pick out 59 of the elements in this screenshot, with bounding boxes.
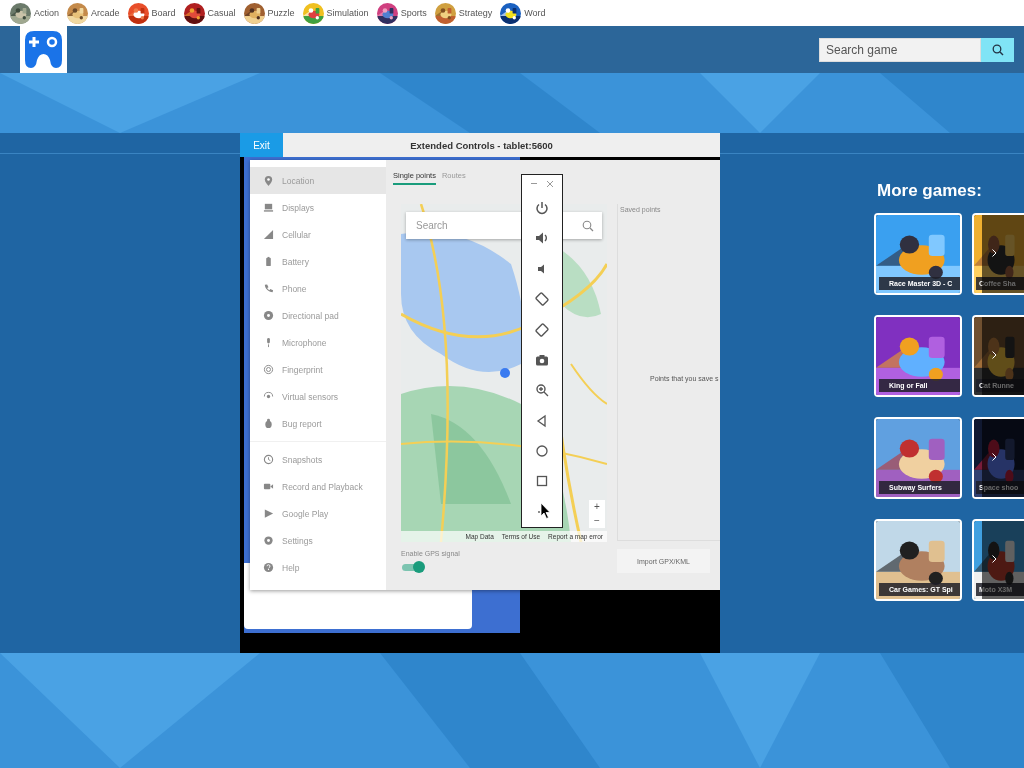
category-link[interactable]: Strategy [434,2,497,24]
video-camera-icon [263,481,274,492]
sidebar-item[interactable]: Google Play [250,500,386,527]
sidebar-item[interactable]: Virtual sensors [250,383,386,410]
monitor-icon [263,202,274,213]
category-link[interactable]: Board [127,2,180,24]
sidebar-item[interactable]: Phone [250,275,386,302]
search-icon [991,43,1004,56]
cursor-icon [541,503,551,519]
category-link[interactable]: Sports [376,2,431,24]
sidebar-item[interactable]: Microphone [250,329,386,356]
rotate-left-icon [534,291,550,308]
rotate-right-icon [534,321,550,338]
dpad-icon [263,310,274,321]
window-title: Extended Controls - tablet:5600 [283,133,720,157]
chevron-icon [992,351,997,359]
chevron-icon [992,249,997,257]
zoom-icon [534,382,550,399]
history-icon [263,454,274,465]
bug-icon [263,418,274,429]
play-icon [263,508,274,519]
category-link[interactable]: Arcade [67,2,124,24]
phone-icon [263,283,274,294]
power-icon [534,200,550,217]
signal-icon [263,229,274,240]
sidebar-item[interactable]: Settings [250,527,386,554]
sidebar-item[interactable]: Directional pad [250,302,386,329]
sidebar-item[interactable]: Displays [250,194,386,221]
category-link[interactable]: Casual [183,2,240,24]
category-link[interactable]: Action [10,2,63,24]
search-icon [582,219,594,232]
chevron-icon [992,453,997,461]
sidebar-item[interactable]: Help [250,554,386,581]
category-link[interactable]: Word [500,2,550,24]
category-link[interactable]: Puzzle [243,2,299,24]
sidebar-item[interactable]: Bug report [250,410,386,437]
help-icon [263,562,274,573]
category-link[interactable]: Simulation [302,2,373,24]
camera-icon [534,352,550,368]
search-field[interactable]: Search game [819,37,981,62]
sidebar-item[interactable]: Location [250,167,386,194]
search-button[interactable] [981,37,1014,62]
gear-icon [263,535,274,546]
logo[interactable] [20,26,67,73]
chevron-icon [992,555,997,563]
minimize-icon[interactable] [531,182,537,185]
home-icon [534,443,550,460]
sidebar-item[interactable]: Snapshots [250,446,386,473]
sidebar-item[interactable]: Cellular [250,221,386,248]
battery-icon [263,256,274,267]
sidebar-item[interactable]: Record and Playback [250,473,386,500]
close-icon[interactable] [547,180,553,187]
sidebar-item[interactable]: Battery [250,248,386,275]
sidebar-item[interactable]: Fingerprint [250,356,386,383]
exit-button[interactable]: Exit [240,133,283,157]
pin-icon [263,175,274,186]
section-title: More games: [877,181,983,201]
fingerprint-icon [263,364,274,375]
gps-toggle[interactable] [401,561,425,573]
